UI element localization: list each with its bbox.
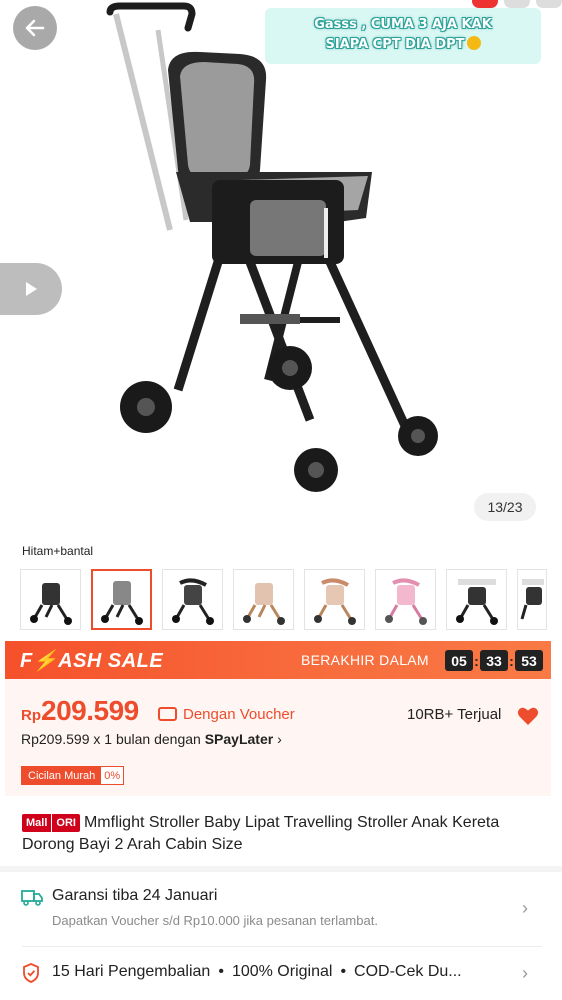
chevron-right-icon[interactable]: ›	[522, 898, 528, 919]
variant-thumbnail[interactable]	[20, 569, 81, 630]
separator-dot: •	[340, 963, 347, 980]
heart-icon[interactable]	[517, 706, 539, 726]
spaylater-brand: SPayLater	[204, 731, 274, 747]
variant-thumbnail[interactable]	[162, 569, 223, 630]
flash-sale-title: F⚡ASH SALE	[20, 649, 164, 672]
original-guarantee: 100% Original	[231, 963, 333, 980]
mall-ori-badge: Mall ORI	[22, 814, 80, 832]
variant-thumbnails	[20, 569, 547, 631]
video-caption-overlay: Gasss , CUMA 3 AJA KAK SIAPA CPT DIA DPT	[265, 8, 541, 64]
stroller-thumb-image	[100, 580, 143, 625]
arrow-left-icon	[25, 19, 45, 37]
variant-thumbnail[interactable]	[233, 569, 294, 630]
row-divider	[22, 946, 542, 947]
shipping-guarantee-subtitle: Dapatkan Voucher s/d Rp10.000 jika pesan…	[52, 913, 378, 928]
stroller-product-image	[106, 2, 438, 492]
stroller-thumb-image	[384, 577, 427, 625]
product-title-text: Mmflight Stroller Baby Lipat Travelling …	[22, 814, 500, 853]
top-indicator	[504, 0, 530, 8]
section-divider	[0, 866, 562, 872]
price-amount: 209.599	[41, 695, 139, 726]
cod-check: COD-Cek Du...	[354, 963, 462, 980]
top-indicator	[472, 0, 498, 8]
variant-thumbnail-selected[interactable]	[91, 569, 152, 630]
variant-thumbnail[interactable]	[375, 569, 436, 630]
stroller-thumb-image	[29, 582, 72, 625]
ori-badge-text: ORI	[51, 814, 80, 832]
countdown-minutes: 33	[480, 650, 508, 671]
mall-badge-text: Mall	[22, 814, 52, 832]
top-indicator	[536, 0, 562, 8]
guarantee-row[interactable]: 15 Hari Pengembalian • 100% Original • COD-C…	[52, 963, 462, 981]
countdown-seconds: 53	[515, 650, 543, 671]
shipping-guarantee-title[interactable]: Garansi tiba 24 Januari	[52, 887, 217, 905]
caption-line-1: Gasss , CUMA 3 AJA KAK	[314, 17, 492, 32]
price: Rp209.599	[21, 695, 139, 727]
product-image-gallery[interactable]: Gasss , CUMA 3 AJA KAK SIAPA CPT DIA DPT…	[0, 0, 562, 535]
variant-thumbnail[interactable]	[304, 569, 365, 630]
cicilan-badge: Cicilan Murah 0%	[21, 766, 125, 785]
installment-text: Rp209.599 x 1 bulan dengan	[21, 731, 205, 747]
truck-icon	[21, 890, 43, 906]
image-counter: 13/23	[474, 493, 536, 521]
sold-count: 10RB+ Terjual	[407, 706, 502, 723]
countdown-hours: 05	[445, 650, 473, 671]
countdown-timer: 05 : 33 : 53	[445, 650, 543, 671]
timer-separator: :	[474, 652, 479, 669]
stroller-thumb-image	[313, 577, 356, 625]
price-panel: Rp209.599 Dengan Voucher 10RB+ Terjual R…	[5, 679, 551, 796]
back-button[interactable]	[13, 6, 57, 50]
separator-dot: •	[218, 963, 224, 980]
play-video-button[interactable]	[0, 263, 62, 315]
selected-variant-label: Hitam+bantal	[22, 544, 94, 558]
play-icon	[26, 282, 37, 296]
variant-thumbnail-partial[interactable]	[517, 569, 547, 630]
flash-sale-bar[interactable]: F⚡ASH SALE BERAKHIR DALAM 05 : 33 : 53	[5, 641, 551, 679]
variant-thumbnail[interactable]	[446, 569, 507, 630]
voucher-icon	[158, 707, 177, 721]
flash-sale-ends-label: BERAKHIR DALAM	[301, 652, 429, 668]
caption-line-2: SIAPA CPT DIA DPT	[325, 37, 465, 52]
product-title: Mall ORI Mmflight Stroller Baby Lipat Tr…	[22, 812, 542, 856]
stroller-thumb-image	[455, 578, 498, 625]
return-policy: 15 Hari Pengembalian	[52, 963, 211, 980]
stroller-thumb-image	[520, 578, 544, 619]
price-currency: Rp	[21, 707, 41, 724]
stroller-thumb-image	[171, 577, 214, 625]
cicilan-label: Cicilan Murah	[22, 767, 102, 784]
timer-separator: :	[509, 652, 514, 669]
installment-row[interactable]: Rp209.599 x 1 bulan dengan SPayLater ›	[21, 731, 282, 747]
shield-icon	[23, 963, 39, 983]
voucher-text: Dengan Voucher	[183, 706, 295, 723]
stroller-thumb-image	[242, 582, 285, 625]
pointing-emoji-icon	[466, 36, 481, 50]
chevron-right-icon: ›	[277, 731, 282, 747]
cicilan-percent: 0%	[101, 767, 124, 784]
chevron-right-icon[interactable]: ›	[522, 963, 528, 984]
